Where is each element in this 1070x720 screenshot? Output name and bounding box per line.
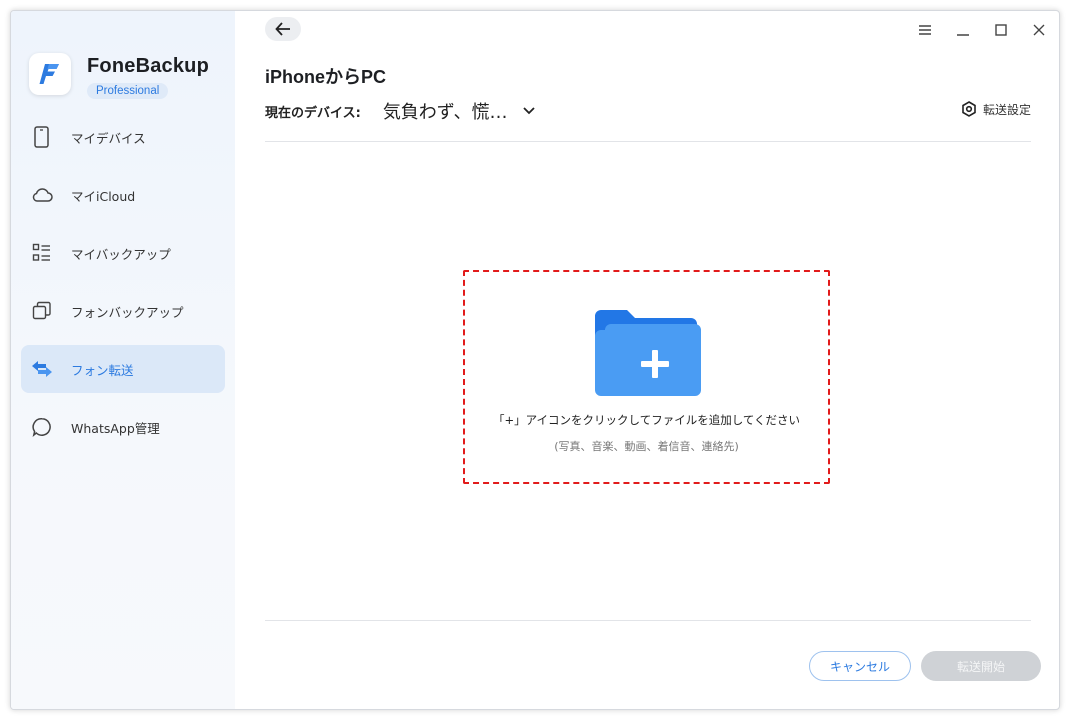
divider [265, 620, 1031, 621]
maximize-button[interactable] [987, 17, 1015, 43]
maximize-icon [995, 24, 1007, 36]
list-icon [31, 242, 53, 264]
app-logo-icon [29, 53, 71, 95]
chevron-down-icon[interactable] [522, 103, 538, 119]
sidebar: FoneBackup Professional マイデバイス マイiCloud [11, 11, 235, 709]
arrow-left-icon [275, 22, 290, 36]
file-drop-zone[interactable]: 「+」アイコンをクリックしてファイルを追加してください (写真、音楽、動画、着信… [463, 270, 830, 484]
close-button[interactable] [1025, 17, 1053, 43]
chat-bubble-icon [31, 416, 53, 438]
device-label: 現在のデバイス: [265, 105, 361, 121]
sidebar-item-phone-backup[interactable]: フォンバックアップ [21, 287, 225, 335]
device-name-dropdown[interactable]: 気負わず、慌… [383, 98, 508, 124]
device-selector: 現在のデバイス: 気負わず、慌… [265, 99, 538, 123]
transfer-settings-label: 転送設定 [982, 102, 1031, 117]
sidebar-item-whatsapp[interactable]: WhatsApp管理 [21, 403, 225, 451]
sidebar-item-phone-transfer[interactable]: フォン転送 [21, 345, 225, 393]
app-window: FoneBackup Professional マイデバイス マイiCloud [10, 10, 1060, 710]
phone-icon [31, 126, 53, 148]
transfer-arrows-icon [31, 358, 53, 380]
drop-zone-file-types: (写真、音楽、動画、着信音、連絡先) [554, 440, 739, 453]
drop-zone-instruction: 「+」アイコンをクリックしてファイルを追加してください [492, 413, 801, 427]
close-icon [1033, 24, 1045, 36]
cancel-button[interactable]: キャンセル [809, 651, 911, 681]
minimize-icon [957, 34, 969, 36]
start-transfer-button[interactable]: 転送開始 [921, 651, 1041, 681]
copy-icon [31, 300, 53, 322]
sidebar-item-label: フォンバックアップ [71, 304, 184, 320]
sidebar-item-label: フォン転送 [71, 362, 134, 378]
sidebar-item-label: WhatsApp管理 [71, 420, 160, 436]
sidebar-item-my-icloud[interactable]: マイiCloud [21, 171, 225, 219]
cloud-icon [31, 184, 53, 206]
sidebar-item-my-device[interactable]: マイデバイス [21, 113, 225, 161]
sidebar-item-label: マイバックアップ [71, 246, 171, 262]
folder-add-icon[interactable] [591, 310, 703, 398]
divider [265, 141, 1031, 142]
app-name: FoneBackup [87, 55, 210, 77]
transfer-settings-button[interactable]: 転送設定 [961, 99, 1031, 119]
sidebar-nav: マイデバイス マイiCloud マイバックアップ フォンバックアップ フォン転送… [21, 113, 225, 461]
edition-badge: Professional [87, 83, 169, 99]
window-controls [911, 17, 1053, 43]
sidebar-item-label: マイiCloud [71, 188, 136, 204]
brand: FoneBackup Professional [29, 53, 229, 103]
main-panel: iPhoneからPC 現在のデバイス: 気負わず、慌… 転送設定 「+」アイコン… [235, 11, 1059, 709]
back-button[interactable] [265, 17, 301, 41]
menu-icon [919, 25, 931, 35]
gear-icon [962, 101, 976, 117]
sidebar-item-my-backup[interactable]: マイバックアップ [21, 229, 225, 277]
menu-button[interactable] [911, 17, 939, 43]
page-title: iPhoneからPC [265, 67, 387, 87]
minimize-button[interactable] [949, 17, 977, 43]
sidebar-item-label: マイデバイス [71, 130, 146, 146]
